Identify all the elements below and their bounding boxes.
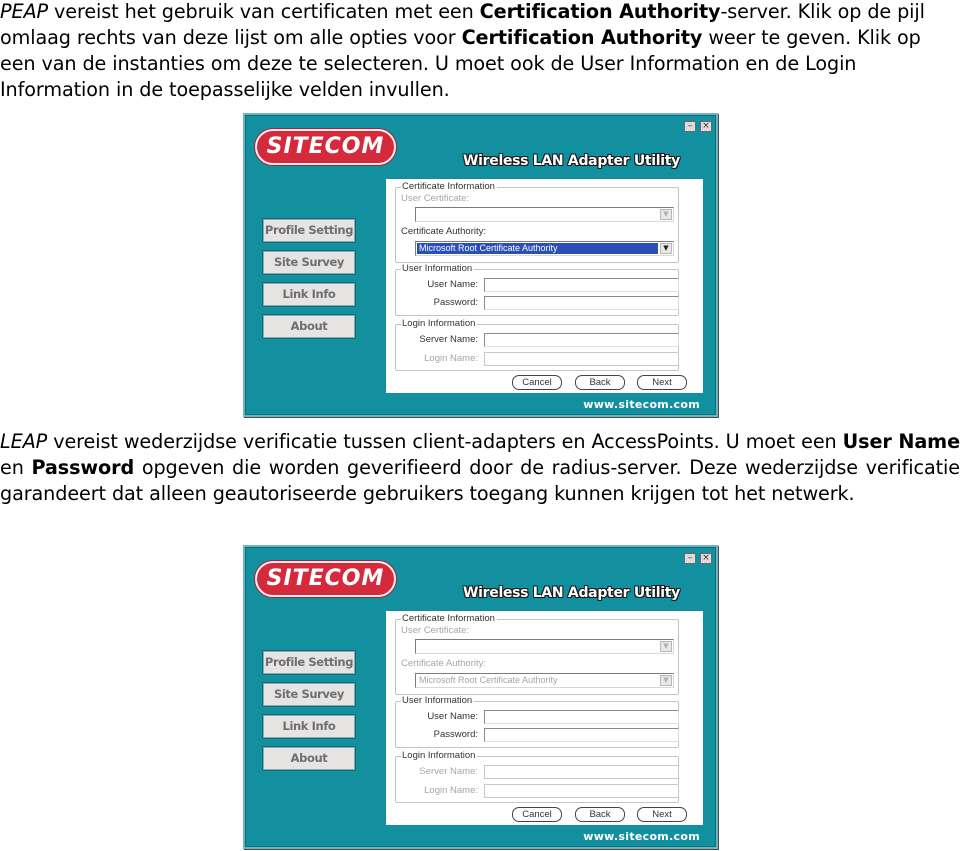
user-certificate-label: User Certificate: [401, 193, 470, 204]
dropdown-arrow-icon[interactable]: ▼ [660, 641, 672, 652]
certificate-information-group: Certificate Information User Certificate… [395, 613, 679, 695]
nav-profile-setting[interactable]: Profile Setting [263, 651, 355, 674]
nav-site-survey[interactable]: Site Survey [263, 683, 355, 706]
server-name-label: Server Name: [419, 766, 478, 777]
certificate-authority-select[interactable]: Microsoft Root Certificate Authority ▼ [415, 673, 674, 688]
login-name-input[interactable] [484, 352, 679, 366]
certificate-information-legend: Certificate Information [401, 181, 497, 193]
password-input[interactable] [484, 728, 679, 742]
leap-paragraph: LEAP vereist wederzijdse verificatie tus… [0, 429, 960, 507]
bold-text-run: Certification Authority [479, 0, 721, 23]
user-information-legend: User Information [401, 263, 475, 275]
user-name-input[interactable] [484, 278, 679, 292]
login-information-legend: Login Information [401, 750, 478, 762]
cancel-button[interactable]: Cancel [512, 807, 562, 822]
next-button[interactable]: Next [637, 375, 687, 390]
user-certificate-value [417, 641, 658, 652]
user-information-legend: User Information [401, 695, 475, 707]
utility-window-leap: SITECOM – × Wireless LAN Adapter Utility… [243, 545, 718, 849]
app-title: Wireless LAN Adapter Utility [463, 585, 680, 601]
italic-text-run: LEAP [0, 430, 48, 453]
minimize-button[interactable]: – [684, 553, 696, 564]
certificate-information-legend: Certificate Information [401, 613, 497, 625]
sitecom-logo: SITECOM [255, 129, 396, 165]
user-certificate-select[interactable]: ▼ [415, 639, 674, 654]
nav-about[interactable]: About [263, 747, 355, 770]
login-name-input[interactable] [484, 784, 679, 798]
bold-text-run: User Name [842, 430, 960, 453]
settings-panel: Certificate Information User Certificate… [386, 179, 703, 393]
nav-link-info[interactable]: Link Info [263, 283, 355, 306]
server-name-input[interactable] [484, 765, 679, 779]
bold-text-run: Certification Authority [461, 26, 703, 49]
back-button[interactable]: Back [575, 807, 625, 822]
dropdown-arrow-icon[interactable]: ▼ [660, 209, 672, 220]
user-name-input[interactable] [484, 710, 679, 724]
password-input[interactable] [484, 296, 679, 310]
certificate-authority-label: Certificate Authority: [401, 658, 487, 669]
login-name-label: Login Name: [424, 353, 478, 364]
user-certificate-select[interactable]: ▼ [415, 207, 674, 222]
nav-link-info[interactable]: Link Info [263, 715, 355, 738]
certificate-authority-select[interactable]: Microsoft Root Certificate Authority ▼ [415, 241, 674, 256]
login-information-legend: Login Information [401, 318, 478, 330]
cancel-button[interactable]: Cancel [512, 375, 562, 390]
nav-about[interactable]: About [263, 315, 355, 338]
minimize-button[interactable]: – [684, 121, 696, 132]
app-title: Wireless LAN Adapter Utility [463, 153, 680, 169]
user-certificate-value [417, 209, 658, 220]
login-name-label: Login Name: [424, 785, 478, 796]
user-information-group: User Information User Name: Password: [395, 695, 679, 748]
sitecom-url: www.sitecom.com [583, 830, 700, 843]
certificate-authority-value: Microsoft Root Certificate Authority [419, 675, 558, 685]
close-button[interactable]: × [700, 553, 712, 564]
nav-profile-setting[interactable]: Profile Setting [263, 219, 355, 242]
peap-paragraph: PEAP vereist het gebruik van certificate… [0, 0, 960, 103]
certificate-information-group: Certificate Information User Certificate… [395, 181, 679, 263]
text-run: en [0, 456, 32, 479]
text-run: vereist het gebruik van certificaten met… [48, 0, 480, 23]
close-button[interactable]: × [700, 121, 712, 132]
user-information-group: User Information User Name: Password: [395, 263, 679, 316]
certificate-authority-label: Certificate Authority: [401, 226, 487, 237]
user-name-label: User Name: [427, 711, 478, 722]
login-information-group: Login Information Server Name: Login Nam… [395, 750, 679, 803]
italic-text-run: PEAP [0, 0, 48, 23]
sitecom-url: www.sitecom.com [583, 398, 700, 411]
user-name-label: User Name: [427, 279, 478, 290]
text-run: opgeven die worden geverifieerd door de … [0, 456, 960, 505]
login-information-group: Login Information Server Name: Login Nam… [395, 318, 679, 371]
next-button[interactable]: Next [637, 807, 687, 822]
server-name-label: Server Name: [419, 334, 478, 345]
sitecom-logo: SITECOM [255, 561, 396, 597]
user-certificate-label: User Certificate: [401, 625, 470, 636]
password-label: Password: [433, 729, 478, 740]
nav-site-survey[interactable]: Site Survey [263, 251, 355, 274]
utility-window-peap: SITECOM – × Wireless LAN Adapter Utility… [243, 113, 718, 417]
bold-text-run: Password [31, 456, 135, 479]
back-button[interactable]: Back [575, 375, 625, 390]
dropdown-arrow-icon[interactable]: ▼ [660, 243, 672, 254]
password-label: Password: [433, 297, 478, 308]
text-run: vereist wederzijdse verificatie tussen c… [47, 430, 843, 453]
dropdown-arrow-icon[interactable]: ▼ [660, 675, 672, 686]
certificate-authority-value: Microsoft Root Certificate Authority [417, 243, 658, 254]
settings-panel: Certificate Information User Certificate… [386, 611, 703, 825]
server-name-input[interactable] [484, 333, 679, 347]
